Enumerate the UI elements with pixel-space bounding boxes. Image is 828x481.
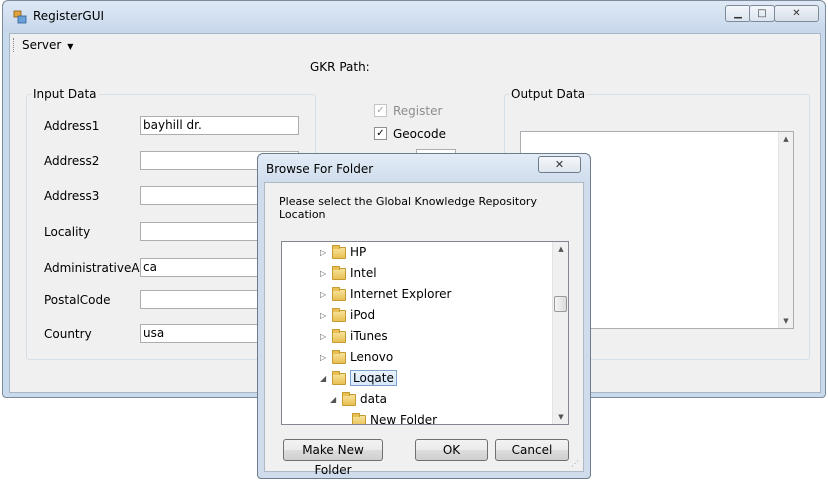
folder-tree[interactable]: ▷ HP ▷ Intel ▷ Internet Explorer ▷ iPod ▷ iTu… xyxy=(281,241,569,425)
tree-item-lenovo[interactable]: ▷ Lenovo xyxy=(320,347,393,367)
app-icon xyxy=(13,10,27,24)
close-icon: ✕ xyxy=(554,158,565,171)
browse-folder-dialog: Browse For Folder ✕ Please select the Gl… xyxy=(257,153,591,479)
folder-icon xyxy=(332,328,346,343)
tree-item-hp[interactable]: ▷ HP xyxy=(320,242,366,262)
dropdown-arrow-icon: ▼ xyxy=(67,42,74,51)
close-button[interactable]: ✕ xyxy=(774,5,819,22)
folder-icon xyxy=(332,244,346,259)
menu-grip xyxy=(13,38,16,52)
minimize-icon: ▁ xyxy=(734,8,742,19)
maximize-button[interactable]: □ xyxy=(749,5,775,22)
tree-scrollbar[interactable]: ▲ ▼ xyxy=(552,242,568,424)
minimize-button[interactable]: ▁ xyxy=(725,5,751,22)
scroll-down-arrow-icon[interactable]: ▼ xyxy=(554,410,568,424)
tree-item-loqate[interactable]: ◢ Loqate xyxy=(320,368,397,388)
folder-icon xyxy=(332,286,346,301)
country-label: Country xyxy=(44,327,92,341)
folder-open-icon xyxy=(342,391,356,406)
dialog-client-area: Please select the Global Knowledge Repos… xyxy=(264,182,584,477)
folder-open-icon xyxy=(332,370,346,385)
locality-label: Locality xyxy=(44,225,91,239)
make-new-folder-button[interactable]: Make New Folder xyxy=(283,439,383,477)
collapse-arrow-icon[interactable]: ◢ xyxy=(320,369,330,389)
expand-arrow-icon[interactable]: ▷ xyxy=(320,327,330,347)
input-data-title: Input Data xyxy=(31,87,99,101)
scroll-thumb[interactable] xyxy=(554,296,567,312)
expand-arrow-icon[interactable]: ▷ xyxy=(320,264,330,284)
folder-icon xyxy=(352,412,366,424)
address2-label: Address2 xyxy=(44,154,100,168)
folder-icon xyxy=(332,349,346,364)
geocode-label: Geocode xyxy=(393,127,446,141)
checkmark-icon: ✓ xyxy=(376,128,385,139)
tree-item-itunes[interactable]: ▷ iTunes xyxy=(320,326,388,346)
register-checkbox[interactable]: ✓ xyxy=(374,104,387,117)
collapse-arrow-icon[interactable]: ◢ xyxy=(330,390,340,410)
expand-arrow-icon[interactable]: ▷ xyxy=(320,306,330,326)
expand-arrow-icon[interactable]: ▷ xyxy=(320,285,330,305)
server-menu[interactable]: Server ▼ xyxy=(22,38,73,52)
tree-item-data[interactable]: ◢ data xyxy=(330,389,387,409)
folder-icon xyxy=(332,265,346,280)
tree-item-internet-explorer[interactable]: ▷ Internet Explorer xyxy=(320,284,451,304)
menu-bar: Server ▼ xyxy=(10,34,820,56)
output-data-title: Output Data xyxy=(509,87,588,101)
address1-label: Address1 xyxy=(44,119,100,133)
gkr-path-label: GKR Path: xyxy=(310,60,370,74)
dialog-close-button[interactable]: ✕ xyxy=(538,156,581,173)
window-title: RegisterGUI xyxy=(33,9,105,23)
output-scrollbar[interactable]: ▲ ▼ xyxy=(778,132,793,328)
scroll-down-arrow-icon[interactable]: ▼ xyxy=(779,314,793,328)
maximize-icon: □ xyxy=(757,8,767,19)
register-label: Register xyxy=(393,104,443,118)
resize-grip-icon[interactable]: ⋰ xyxy=(571,459,579,468)
checkmark-icon: ✓ xyxy=(376,105,385,116)
address1-input[interactable]: bayhill dr. xyxy=(140,116,299,135)
tree-item-new-folder[interactable]: New Folder xyxy=(350,410,437,424)
geocode-checkbox[interactable]: ✓ xyxy=(374,127,387,140)
expand-arrow-icon[interactable]: ▷ xyxy=(320,243,330,263)
expand-arrow-icon[interactable]: ▷ xyxy=(320,348,330,368)
dialog-instruction: Please select the Global Knowledge Repos… xyxy=(279,195,537,221)
dialog-title: Browse For Folder xyxy=(266,162,374,176)
folder-icon xyxy=(332,307,346,322)
ok-button[interactable]: OK xyxy=(415,439,488,461)
scroll-up-arrow-icon[interactable]: ▲ xyxy=(554,242,568,256)
scroll-up-arrow-icon[interactable]: ▲ xyxy=(779,132,793,146)
address3-label: Address3 xyxy=(44,189,100,203)
close-icon: ✕ xyxy=(792,8,801,19)
cancel-button[interactable]: Cancel xyxy=(495,439,569,461)
tree-item-ipod[interactable]: ▷ iPod xyxy=(320,305,375,325)
tree-item-intel[interactable]: ▷ Intel xyxy=(320,263,377,283)
postal-code-label: PostalCode xyxy=(44,293,111,307)
